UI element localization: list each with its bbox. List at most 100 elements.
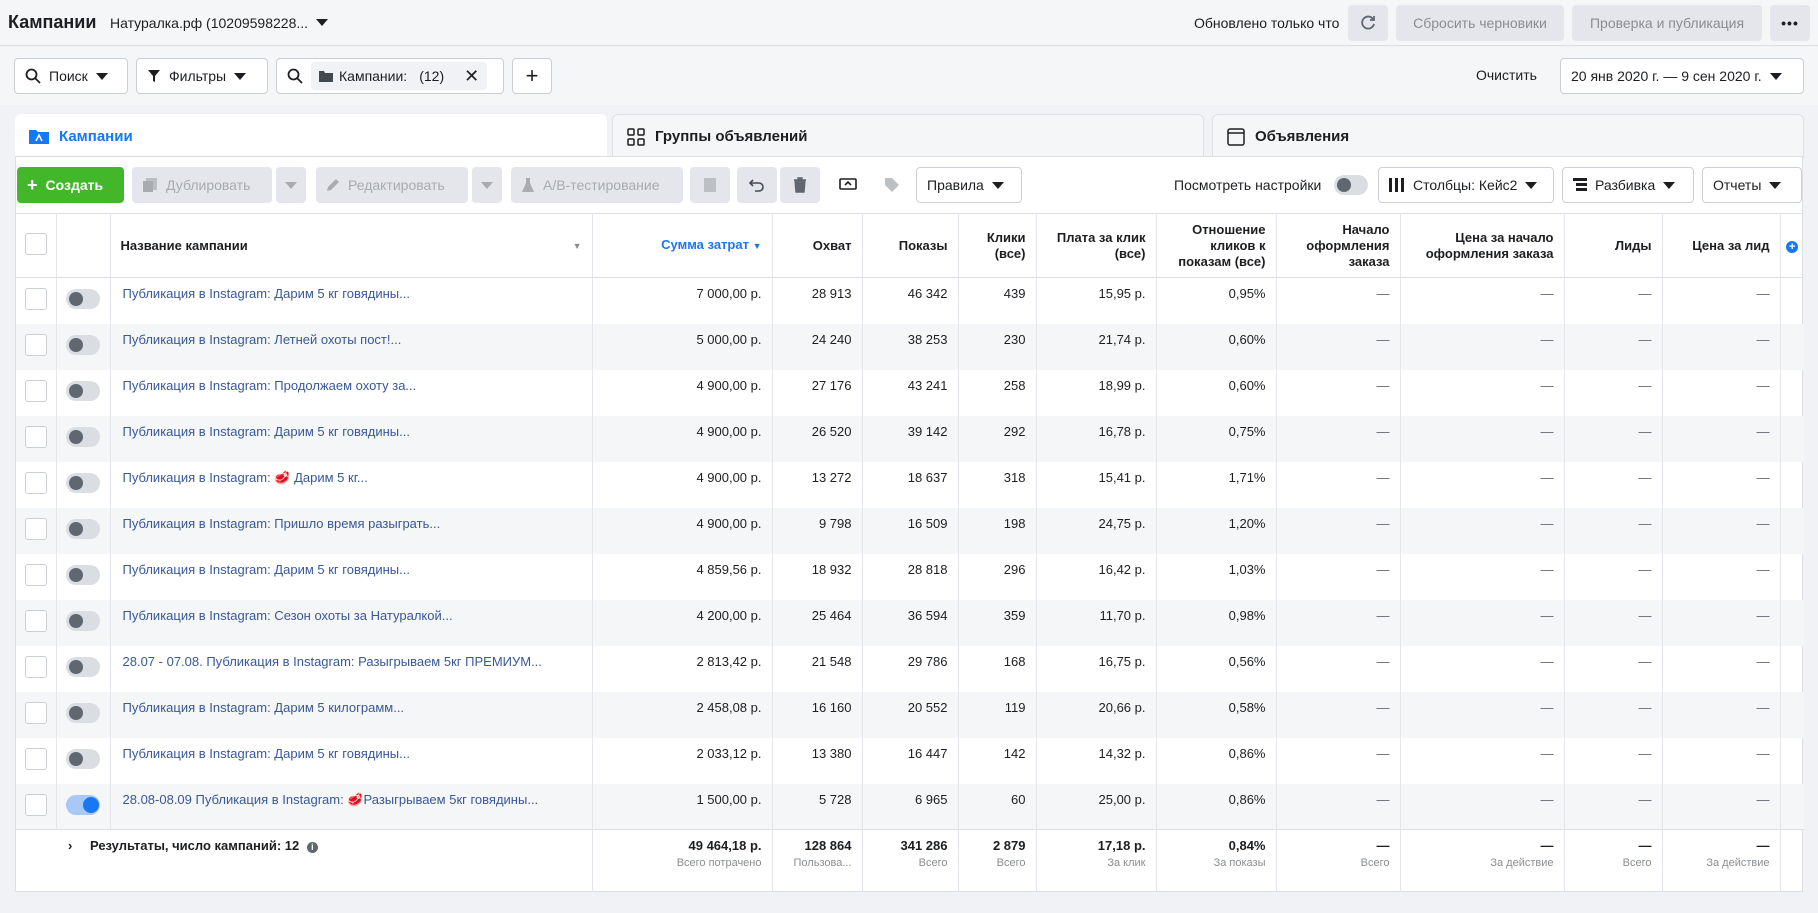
campaign-status-toggle[interactable] bbox=[66, 703, 100, 723]
table-row[interactable]: Публикация в Instagram: 🥩 Дарим 5 кг... 4… bbox=[16, 461, 1804, 508]
select-all-checkbox[interactable] bbox=[24, 232, 47, 255]
tab-campaigns[interactable]: Кампании bbox=[15, 114, 607, 158]
campaign-name-link[interactable]: Публикация в Instagram: Продолжаем охоту… bbox=[110, 369, 593, 416]
tag-button[interactable] bbox=[872, 167, 912, 203]
table-row[interactable]: Публикация в Instagram: Пришло время раз… bbox=[16, 507, 1804, 554]
column-header-leads[interactable]: Лиды bbox=[1564, 213, 1663, 278]
column-header-cost-lead[interactable]: Цена за лид bbox=[1662, 213, 1781, 278]
duplicate-dropdown[interactable] bbox=[276, 167, 306, 203]
campaign-status-toggle[interactable] bbox=[66, 381, 100, 401]
account-selector[interactable]: Натуралка.рф (10209598228... bbox=[110, 15, 308, 31]
campaign-status-toggle[interactable] bbox=[66, 749, 100, 769]
chevron-right-icon[interactable]: › bbox=[68, 838, 72, 853]
column-header-cpc[interactable]: Плата за клик (все) bbox=[1036, 213, 1157, 278]
campaign-status-toggle[interactable] bbox=[66, 335, 100, 355]
campaign-name-link[interactable]: 28.08-08.09 Публикация в Instagram: 🥩Раз… bbox=[110, 783, 593, 830]
row-checkbox[interactable] bbox=[24, 472, 47, 494]
row-checkbox[interactable] bbox=[24, 702, 47, 724]
breakdown-button[interactable]: Разбивка bbox=[1562, 167, 1694, 203]
chevron-down-icon[interactable] bbox=[316, 19, 328, 26]
view-settings-toggle[interactable] bbox=[1334, 175, 1368, 195]
add-column-icon[interactable]: + bbox=[1786, 240, 1799, 253]
campaign-filter-chip[interactable]: Кампании: (12) ✕ bbox=[311, 62, 488, 90]
campaign-name-link[interactable]: 28.07 - 07.08. Публикация в Instagram: Р… bbox=[110, 645, 593, 692]
row-checkbox[interactable] bbox=[24, 518, 47, 540]
table-row[interactable]: Публикация в Instagram: Дарим 5 килограм… bbox=[16, 691, 1804, 738]
column-header-cost-checkout[interactable]: Цена за начало оформления заказа bbox=[1400, 213, 1565, 278]
table-row[interactable]: Публикация в Instagram: Летней охоты пос… bbox=[16, 323, 1804, 370]
campaign-status-toggle[interactable] bbox=[66, 611, 100, 631]
columns-button[interactable]: Столбцы: Кейс2 bbox=[1378, 167, 1554, 203]
archive-button[interactable] bbox=[690, 167, 730, 203]
campaign-status-toggle[interactable] bbox=[66, 565, 100, 585]
more-button[interactable]: ••• bbox=[1770, 5, 1810, 41]
campaign-status-toggle[interactable] bbox=[66, 427, 100, 447]
add-filter-button[interactable]: + bbox=[512, 58, 552, 94]
clear-button[interactable]: Очистить bbox=[1476, 67, 1537, 83]
campaign-name-link[interactable]: Публикация в Instagram: Дарим 5 килограм… bbox=[110, 691, 593, 738]
table-row[interactable]: Публикация в Instagram: Сезон охоты за Н… bbox=[16, 599, 1804, 646]
row-checkbox[interactable] bbox=[24, 380, 47, 402]
row-checkbox[interactable] bbox=[24, 564, 47, 586]
table-row[interactable]: 28.07 - 07.08. Публикация в Instagram: Р… bbox=[16, 645, 1804, 692]
totals-label-cell[interactable]: › Результаты, число кампаний: 12 i bbox=[56, 829, 593, 892]
campaign-name-link[interactable]: Публикация в Instagram: Летней охоты пос… bbox=[110, 323, 593, 370]
table-row[interactable]: Публикация в Instagram: Дарим 5 кг говяд… bbox=[16, 737, 1804, 784]
row-checkbox[interactable] bbox=[24, 748, 47, 770]
refresh-button[interactable] bbox=[1348, 5, 1388, 41]
row-checkbox[interactable] bbox=[24, 656, 47, 678]
chevron-down-icon bbox=[991, 181, 1004, 189]
edit-dropdown[interactable] bbox=[472, 167, 502, 203]
column-header-spend[interactable]: Сумма затрат ▼ bbox=[592, 213, 773, 278]
review-publish-button[interactable]: Проверка и публикация bbox=[1572, 5, 1762, 41]
campaign-name-link[interactable]: Публикация в Instagram: Дарим 5 кг говяд… bbox=[110, 415, 593, 462]
campaign-status-toggle[interactable] bbox=[66, 657, 100, 677]
duplicate-button[interactable]: Дублировать bbox=[132, 167, 272, 203]
table-row[interactable]: Публикация в Instagram: Дарим 5 кг говяд… bbox=[16, 415, 1804, 462]
table-row[interactable]: Публикация в Instagram: Дарим 5 кг говяд… bbox=[16, 553, 1804, 600]
export-button[interactable] bbox=[828, 167, 868, 203]
campaign-name-link[interactable]: Публикация в Instagram: 🥩 Дарим 5 кг... bbox=[110, 461, 593, 508]
delete-button[interactable] bbox=[780, 167, 820, 203]
create-button[interactable]: + Создать bbox=[17, 167, 124, 203]
filters-button[interactable]: Фильтры bbox=[136, 58, 268, 94]
campaign-status-toggle[interactable] bbox=[66, 519, 100, 539]
column-header-reach[interactable]: Охват bbox=[772, 213, 863, 278]
tab-adsets[interactable]: Группы объявлений bbox=[612, 114, 1204, 158]
close-icon[interactable]: ✕ bbox=[464, 67, 479, 85]
row-checkbox[interactable] bbox=[24, 793, 47, 816]
undo-button[interactable] bbox=[737, 167, 777, 203]
campaign-status-toggle[interactable] bbox=[66, 794, 100, 815]
discard-drafts-button[interactable]: Сбросить черновики bbox=[1396, 5, 1564, 41]
search-field[interactable]: Кампании: (12) ✕ bbox=[276, 58, 504, 94]
column-header-name[interactable]: Название кампании ▼ bbox=[110, 213, 593, 278]
info-icon[interactable]: i bbox=[306, 842, 318, 853]
campaign-name-link[interactable]: Публикация в Instagram: Дарим 5 кг говяд… bbox=[110, 737, 593, 784]
rules-button[interactable]: Правила bbox=[916, 167, 1022, 203]
tab-ads[interactable]: Объявления bbox=[1212, 114, 1804, 158]
row-checkbox[interactable] bbox=[24, 288, 47, 311]
cell-impressions: 6 965 bbox=[862, 783, 959, 830]
row-checkbox[interactable] bbox=[24, 426, 47, 448]
table-row[interactable]: 28.08-08.09 Публикация в Instagram: 🥩Раз… bbox=[16, 783, 1804, 830]
campaign-name-link[interactable]: Публикация в Instagram: Дарим 5 кг говяд… bbox=[110, 277, 593, 324]
reports-button[interactable]: Отчеты bbox=[1702, 167, 1802, 203]
row-checkbox[interactable] bbox=[24, 334, 47, 356]
campaign-status-toggle[interactable] bbox=[66, 473, 100, 493]
table-row[interactable]: Публикация в Instagram: Продолжаем охоту… bbox=[16, 369, 1804, 416]
column-header-ctr[interactable]: Отношение кликов к показам (все) bbox=[1156, 213, 1277, 278]
table-row[interactable]: Публикация в Instagram: Дарим 5 кг говяд… bbox=[16, 277, 1804, 324]
search-button[interactable]: Поиск bbox=[14, 58, 128, 94]
campaign-name-link[interactable]: Публикация в Instagram: Сезон охоты за Н… bbox=[110, 599, 593, 646]
edit-button[interactable]: Редактировать bbox=[316, 167, 468, 203]
ab-test-button[interactable]: A/B-тестирование bbox=[511, 167, 683, 203]
row-checkbox[interactable] bbox=[24, 610, 47, 632]
column-header-checkouts[interactable]: Начало оформления заказа bbox=[1276, 213, 1401, 278]
campaign-status-toggle[interactable] bbox=[66, 289, 100, 310]
campaign-name-link[interactable]: Публикация в Instagram: Пришло время раз… bbox=[110, 507, 593, 554]
date-range-picker[interactable]: 20 янв 2020 г. — 9 сен 2020 г. bbox=[1560, 58, 1804, 94]
cell-empty bbox=[1780, 554, 1804, 600]
column-header-impressions[interactable]: Показы bbox=[862, 213, 959, 278]
column-header-clicks[interactable]: Клики (все) bbox=[958, 213, 1037, 278]
campaign-name-link[interactable]: Публикация в Instagram: Дарим 5 кг говяд… bbox=[110, 553, 593, 600]
